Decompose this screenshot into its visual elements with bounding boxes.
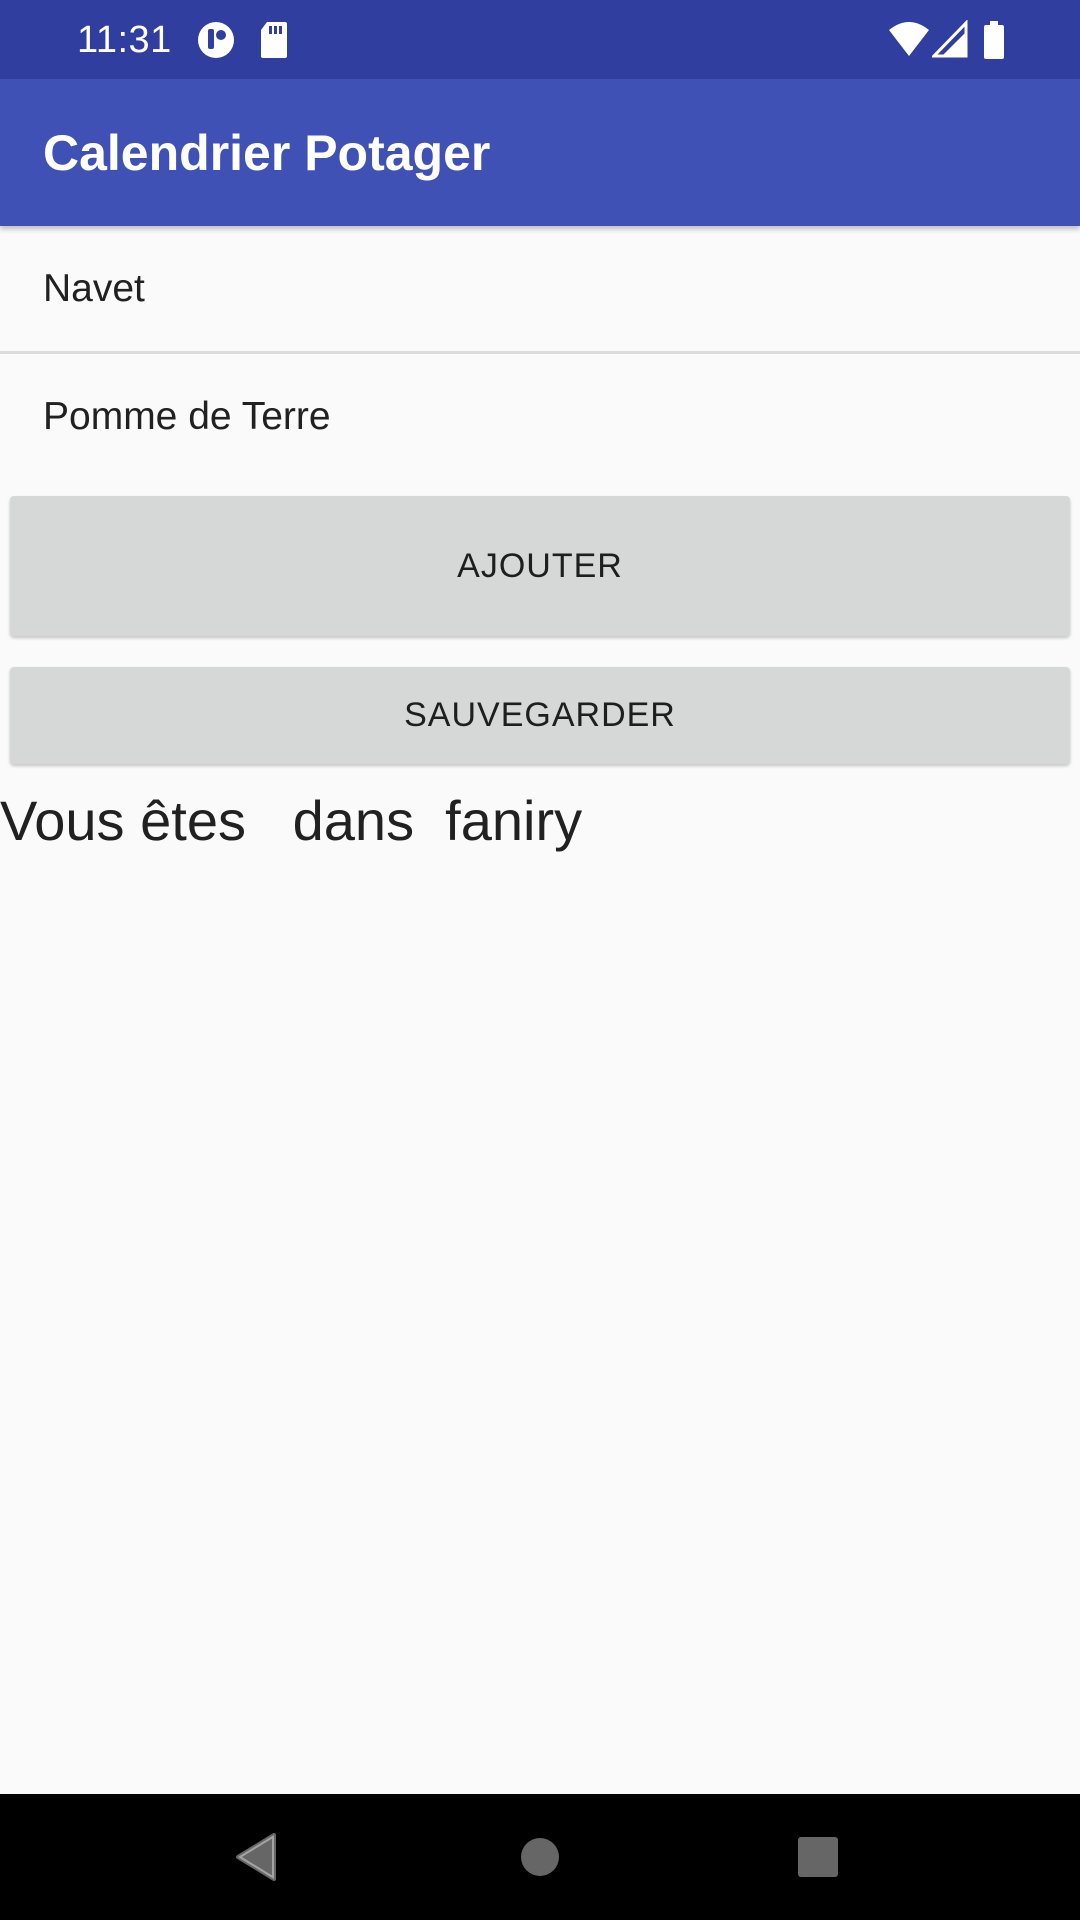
- recents-icon[interactable]: [788, 1827, 848, 1887]
- list-item[interactable]: Navet: [0, 226, 1080, 354]
- vegetable-list: Navet Pomme de Terre: [0, 226, 1080, 482]
- list-item-label: Navet: [43, 267, 145, 310]
- screen: 11:31 Calendrier Potager Navet Pomme de …: [0, 0, 1080, 1920]
- cellular-signal-icon: [932, 20, 968, 58]
- home-icon[interactable]: [510, 1827, 570, 1887]
- list-item[interactable]: Pomme de Terre: [0, 354, 1080, 482]
- app-bar: Calendrier Potager: [0, 79, 1080, 226]
- add-button[interactable]: AJOUTER: [10, 496, 1070, 636]
- location-message: Vous êtes dans faniry: [0, 789, 583, 852]
- list-item-label: Pomme de Terre: [43, 395, 331, 438]
- save-button[interactable]: SAUVEGARDER: [10, 667, 1070, 764]
- app-notification-icon: [198, 22, 234, 58]
- navigation-bar: [0, 1794, 1080, 1920]
- status-time: 11:31: [77, 19, 172, 61]
- sd-card-icon: [261, 22, 287, 58]
- app-title: Calendrier Potager: [43, 125, 491, 181]
- wifi-icon: [889, 22, 929, 56]
- status-bar: 11:31: [0, 0, 1080, 79]
- back-icon[interactable]: [228, 1827, 288, 1887]
- battery-icon: [984, 21, 1004, 59]
